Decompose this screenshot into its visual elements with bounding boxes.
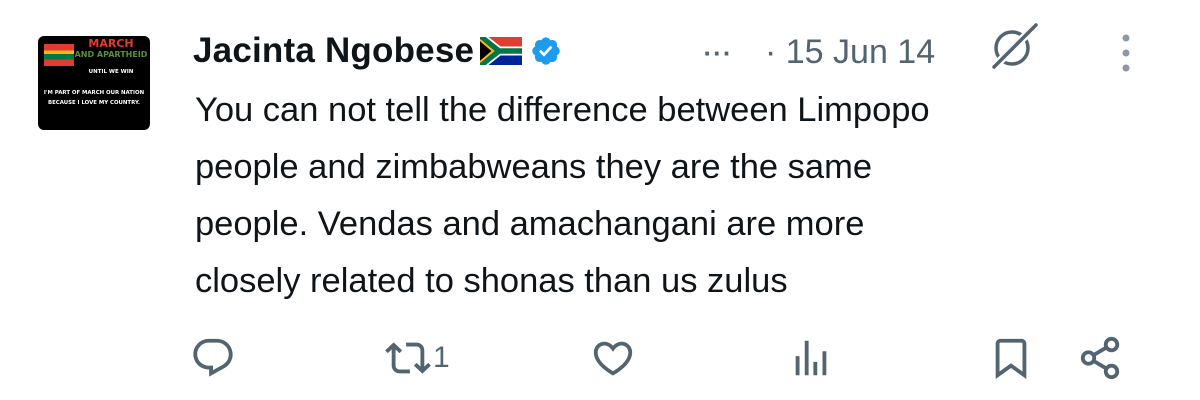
retweet-icon xyxy=(385,342,431,374)
grok-icon[interactable] xyxy=(984,17,1042,75)
views-button[interactable] xyxy=(788,330,834,386)
south-africa-flag-icon xyxy=(480,37,523,65)
share-button[interactable] xyxy=(1077,330,1123,386)
avatar[interactable]: MARCH AND APARTHEID UNTIL WE WIN I'M PAR… xyxy=(38,36,150,130)
bookmark-button[interactable] xyxy=(988,330,1034,386)
bookmark-icon xyxy=(995,338,1027,379)
tweet-action-bar: 1 xyxy=(0,330,1200,386)
retweet-count: 1 xyxy=(433,341,450,374)
tweet-text: You can not tell the difference between … xyxy=(195,91,930,300)
share-icon xyxy=(1080,336,1120,380)
avatar-tagline: UNTIL WE WIN xyxy=(88,69,134,75)
avatar-flag-graphic xyxy=(44,44,74,66)
reply-icon xyxy=(193,338,233,377)
tweet-header: Jacinta Ngobese xyxy=(193,28,562,74)
verified-badge-icon[interactable] xyxy=(530,35,562,67)
bar-chart-icon xyxy=(795,340,827,376)
more-options-dots[interactable]: ··· xyxy=(702,38,734,68)
avatar-title-line1: MARCH xyxy=(88,37,134,50)
avatar-caption: I'M PART OF MARCH OUR NATION BECAUSE I L… xyxy=(43,90,145,106)
like-button[interactable] xyxy=(590,330,636,386)
reply-button[interactable] xyxy=(190,330,236,386)
author-name[interactable]: Jacinta Ngobese xyxy=(193,31,474,71)
kebab-menu-icon[interactable] xyxy=(1114,32,1138,74)
retweet-button[interactable]: 1 xyxy=(385,330,450,386)
avatar-title-line2: AND APARTHEID xyxy=(74,50,148,59)
tweet-date[interactable]: · 15 Jun 14 xyxy=(765,31,935,73)
heart-icon xyxy=(593,341,633,376)
